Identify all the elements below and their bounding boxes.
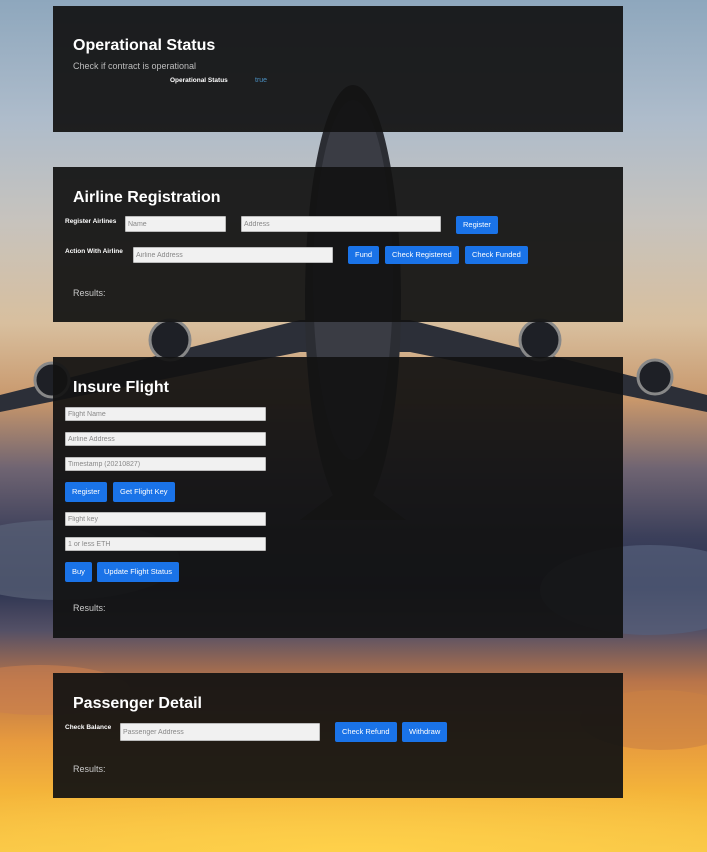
airline-name-input[interactable] — [125, 216, 226, 232]
passenger-results-label: Results: — [73, 764, 106, 774]
withdraw-button[interactable]: Withdraw — [402, 722, 448, 742]
airline-address-input[interactable] — [241, 216, 441, 232]
eth-amount-input[interactable] — [65, 537, 266, 551]
operational-status-title: Operational Status — [73, 37, 216, 54]
check-registered-button[interactable]: Check Registered — [385, 246, 459, 264]
insure-results-label: Results: — [73, 603, 106, 613]
check-funded-button[interactable]: Check Funded — [465, 246, 528, 264]
register-airline-button[interactable]: Register — [456, 216, 498, 234]
insure-airline-address-input[interactable] — [65, 432, 266, 446]
airline-registration-panel: Airline Registration Register Airlines R… — [53, 167, 623, 322]
check-balance-label: Check Balance — [65, 724, 112, 731]
register-airlines-label: Register Airlines — [65, 218, 117, 225]
passenger-address-input[interactable] — [120, 723, 320, 741]
flight-name-input[interactable] — [65, 407, 266, 421]
operational-status-panel: Operational Status Check if contract is … — [53, 6, 623, 132]
action-airline-address-input[interactable] — [133, 247, 333, 263]
passenger-detail-title: Passenger Detail — [73, 695, 202, 712]
insure-flight-panel: Insure Flight Register Get Flight Key Bu… — [53, 357, 623, 638]
operational-status-value: true — [255, 77, 268, 84]
action-with-airline-label: Action With Airline — [65, 248, 123, 255]
buy-insurance-button[interactable]: Buy — [65, 562, 92, 582]
insure-flight-title: Insure Flight — [73, 379, 169, 396]
check-refund-button[interactable]: Check Refund — [335, 722, 397, 742]
timestamp-input[interactable] — [65, 457, 266, 471]
update-flight-status-button[interactable]: Update Flight Status — [97, 562, 179, 582]
get-flight-key-button[interactable]: Get Flight Key — [113, 482, 175, 502]
airline-registration-title: Airline Registration — [73, 189, 221, 206]
operational-status-label: Operational Status — [170, 77, 228, 84]
register-flight-button[interactable]: Register — [65, 482, 107, 502]
operational-status-subtitle: Check if contract is operational — [73, 61, 197, 71]
passenger-detail-panel: Passenger Detail Check Balance Check Ref… — [53, 673, 623, 798]
airline-results-label: Results: — [73, 288, 106, 298]
flight-key-input[interactable] — [65, 512, 266, 526]
fund-button[interactable]: Fund — [348, 246, 380, 264]
